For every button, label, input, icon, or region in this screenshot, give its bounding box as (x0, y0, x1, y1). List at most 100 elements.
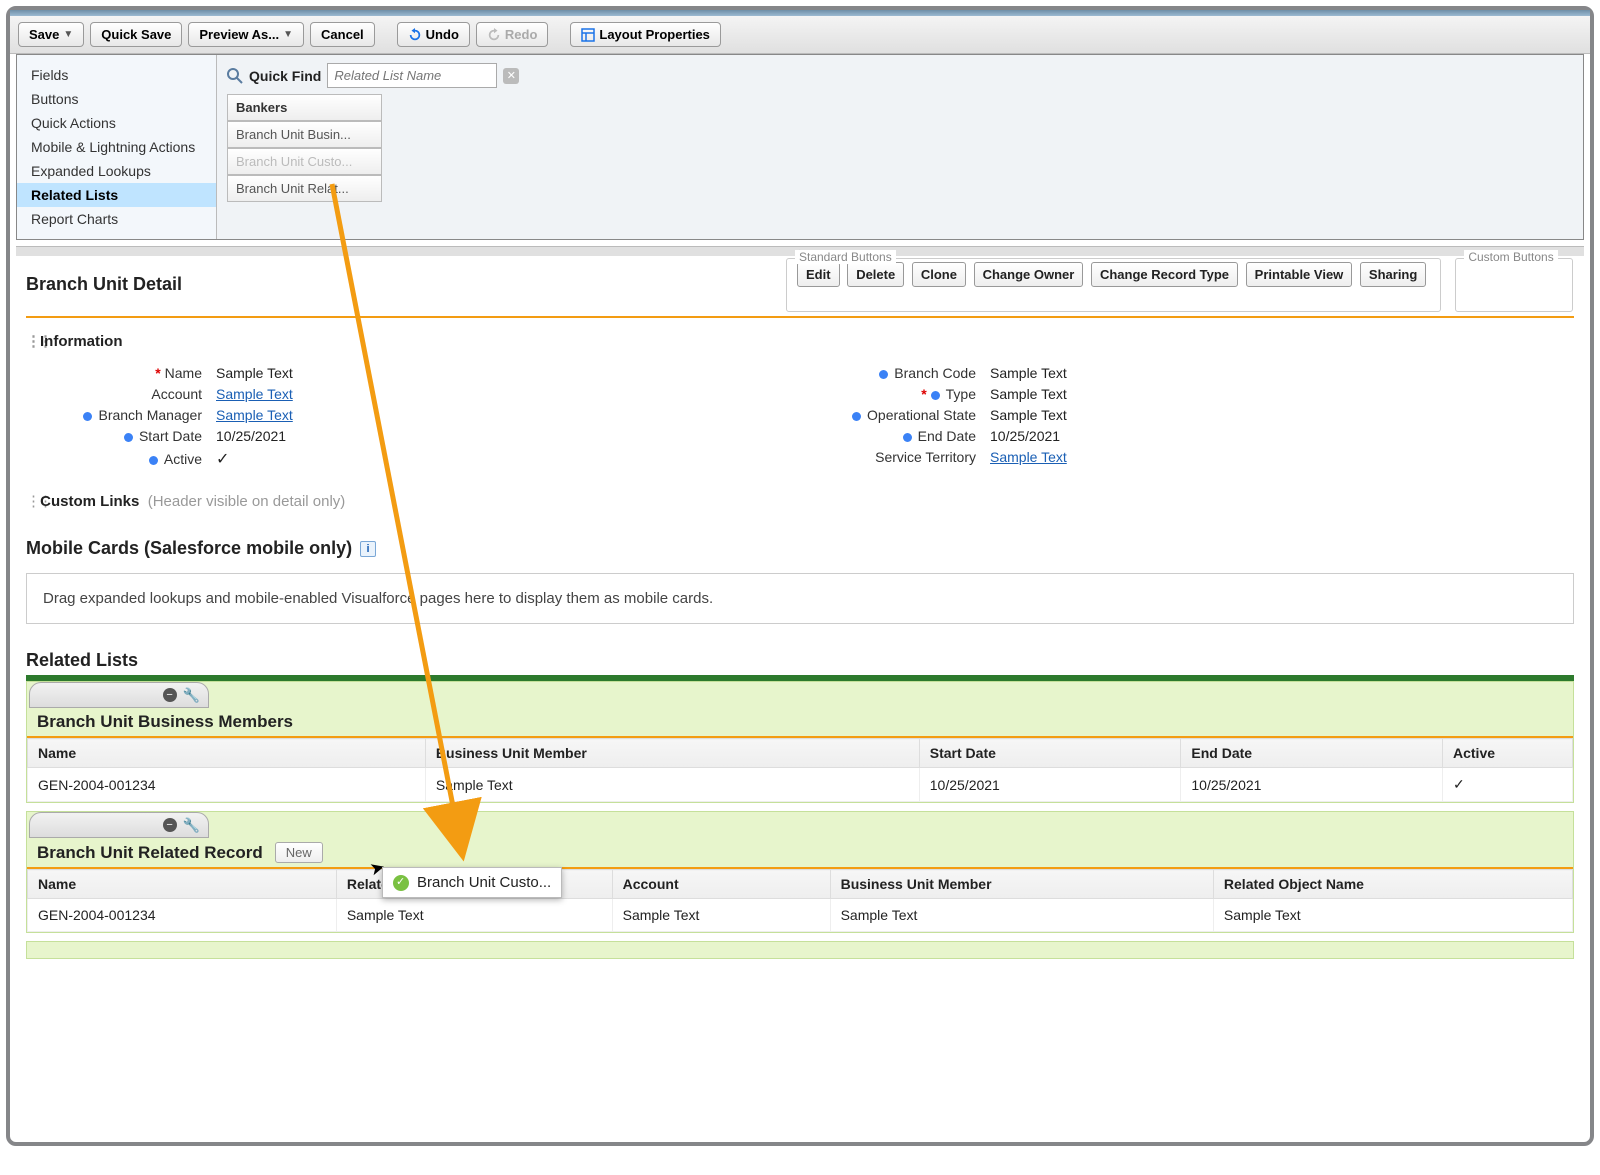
required-icon: * (921, 386, 926, 402)
remove-list-button[interactable]: − (163, 818, 177, 832)
mobile-cards-dropzone[interactable]: Drag expanded lookups and mobile-enabled… (26, 573, 1574, 624)
related-lists-heading: Related Lists (26, 650, 1574, 671)
caret-down-icon: ▼ (283, 29, 293, 40)
mobile-cards-heading: Mobile Cards (Salesforce mobile only) (26, 538, 352, 559)
edit-button[interactable]: Edit (797, 262, 840, 287)
branch-code-value: Sample Text (990, 365, 1067, 381)
quick-save-button[interactable]: Quick Save (90, 22, 182, 47)
cell-related-record: Sample Text (336, 899, 612, 932)
operational-state-value: Sample Text (990, 407, 1067, 423)
end-date-label: End Date (918, 428, 976, 444)
service-territory-value[interactable]: Sample Text (990, 449, 1067, 465)
layout-properties-button[interactable]: Layout Properties (570, 22, 721, 47)
palette-tab-fields[interactable]: Fields (17, 63, 216, 87)
col-account[interactable]: Account (612, 870, 830, 899)
preview-as-button[interactable]: Preview As...▼ (188, 22, 304, 47)
caret-down-icon: ▼ (63, 29, 73, 40)
custom-buttons-group: Custom Buttons (1455, 258, 1573, 312)
info-icon[interactable]: i (360, 541, 376, 557)
quick-find-label: Quick Find (249, 68, 321, 84)
save-button[interactable]: Save ▼ (18, 22, 84, 47)
editor-toolbar: Save ▼ Quick Save Preview As...▼ Cancel U… (10, 16, 1590, 54)
required-icon: * (155, 365, 160, 381)
undo-icon (408, 28, 422, 42)
cell-bum: Sample Text (830, 899, 1213, 932)
redo-button[interactable]: Redo (476, 22, 549, 47)
quick-find-input[interactable] (327, 63, 497, 88)
palette-item-branch-unit-business[interactable]: Branch Unit Busin... (227, 121, 382, 148)
wrench-icon[interactable]: 🔧 (183, 687, 200, 704)
drag-handle-icon[interactable]: ⋮⋮ (26, 332, 36, 350)
custom-buttons-legend: Custom Buttons (1464, 250, 1557, 264)
save-label: Save (29, 27, 59, 42)
end-date-value: 10/25/2021 (990, 428, 1060, 444)
palette-tab-report-charts[interactable]: Report Charts (17, 207, 216, 231)
new-button[interactable]: New (275, 842, 323, 863)
wrench-icon[interactable]: 🔧 (183, 817, 200, 834)
branch-manager-value[interactable]: Sample Text (216, 407, 293, 423)
custom-field-icon (83, 412, 92, 421)
custom-field-icon (879, 370, 888, 379)
detail-section-title: Branch Unit Detail (26, 274, 406, 295)
drag-ghost-label: Branch Unit Custo... (417, 874, 551, 891)
name-value: Sample Text (216, 365, 293, 381)
redo-label: Redo (505, 27, 538, 42)
name-label: Name (165, 365, 202, 381)
custom-field-icon (124, 433, 133, 442)
palette-tab-expanded-lookups[interactable]: Expanded Lookups (17, 159, 216, 183)
cell-end: 10/25/2021 (1181, 768, 1443, 802)
sharing-button[interactable]: Sharing (1360, 262, 1426, 287)
related-list-dropzone[interactable] (26, 941, 1574, 959)
operational-state-label: Operational State (867, 407, 976, 423)
type-label: Type (946, 386, 976, 402)
component-palette: Fields Buttons Quick Actions Mobile & Li… (16, 54, 1584, 240)
cell-account: Sample Text (612, 899, 830, 932)
standard-buttons-group: Standard Buttons Edit Delete Clone Chang… (786, 258, 1441, 312)
custom-links-heading: Custom Links (40, 493, 139, 510)
active-value: ✓ (216, 449, 229, 469)
palette-tab-quick-actions[interactable]: Quick Actions (17, 111, 216, 135)
palette-tab-related-lists[interactable]: Related Lists (17, 183, 216, 207)
service-territory-label: Service Territory (800, 449, 990, 465)
standard-buttons-legend: Standard Buttons (795, 250, 896, 264)
related-list-table: Name Business Unit Member Start Date End… (27, 738, 1573, 802)
layout-props-label: Layout Properties (599, 27, 710, 42)
start-date-value: 10/25/2021 (216, 428, 286, 444)
palette-tab-buttons[interactable]: Buttons (17, 87, 216, 111)
branch-manager-label: Branch Manager (98, 407, 202, 423)
drag-handle-icon[interactable]: ⋮⋮ (26, 492, 36, 510)
remove-list-button[interactable]: − (163, 688, 177, 702)
redo-icon (487, 28, 501, 42)
account-value[interactable]: Sample Text (216, 386, 293, 402)
col-related-object[interactable]: Related Object Name (1213, 870, 1572, 899)
custom-field-icon (852, 412, 861, 421)
related-list-title: Branch Unit Business Members (37, 712, 293, 732)
cell-active: ✓ (1443, 768, 1573, 802)
col-active[interactable]: Active (1443, 739, 1573, 768)
change-owner-button[interactable]: Change Owner (974, 262, 1084, 287)
drag-ghost: Branch Unit Custo... (382, 867, 562, 898)
col-bum[interactable]: Business Unit Member (830, 870, 1213, 899)
col-name[interactable]: Name (28, 739, 426, 768)
ok-icon (393, 875, 409, 891)
related-list-block: − 🔧 Branch Unit Business Members Name Bu… (26, 681, 1574, 803)
printable-view-button[interactable]: Printable View (1246, 262, 1353, 287)
change-record-type-button[interactable]: Change Record Type (1091, 262, 1238, 287)
palette-item-bankers[interactable]: Bankers (227, 94, 382, 121)
delete-button[interactable]: Delete (847, 262, 904, 287)
col-business-unit-member[interactable]: Business Unit Member (425, 739, 919, 768)
palette-tab-mobile-actions[interactable]: Mobile & Lightning Actions (17, 135, 216, 159)
col-start-date[interactable]: Start Date (919, 739, 1181, 768)
clone-button[interactable]: Clone (912, 262, 966, 287)
col-end-date[interactable]: End Date (1181, 739, 1443, 768)
branch-code-label: Branch Code (894, 365, 976, 381)
cell-name: GEN-2004-001234 (28, 768, 426, 802)
table-row: GEN-2004-001234 Sample Text 10/25/2021 1… (28, 768, 1573, 802)
undo-button[interactable]: Undo (397, 22, 470, 47)
palette-item-branch-unit-customer[interactable]: Branch Unit Custo... (227, 148, 382, 175)
cancel-button[interactable]: Cancel (310, 22, 375, 47)
custom-links-hint: (Header visible on detail only) (148, 493, 346, 510)
col-name[interactable]: Name (28, 870, 337, 899)
clear-search-button[interactable]: ✕ (503, 68, 519, 84)
palette-item-branch-unit-related[interactable]: Branch Unit Relat... (227, 175, 382, 202)
